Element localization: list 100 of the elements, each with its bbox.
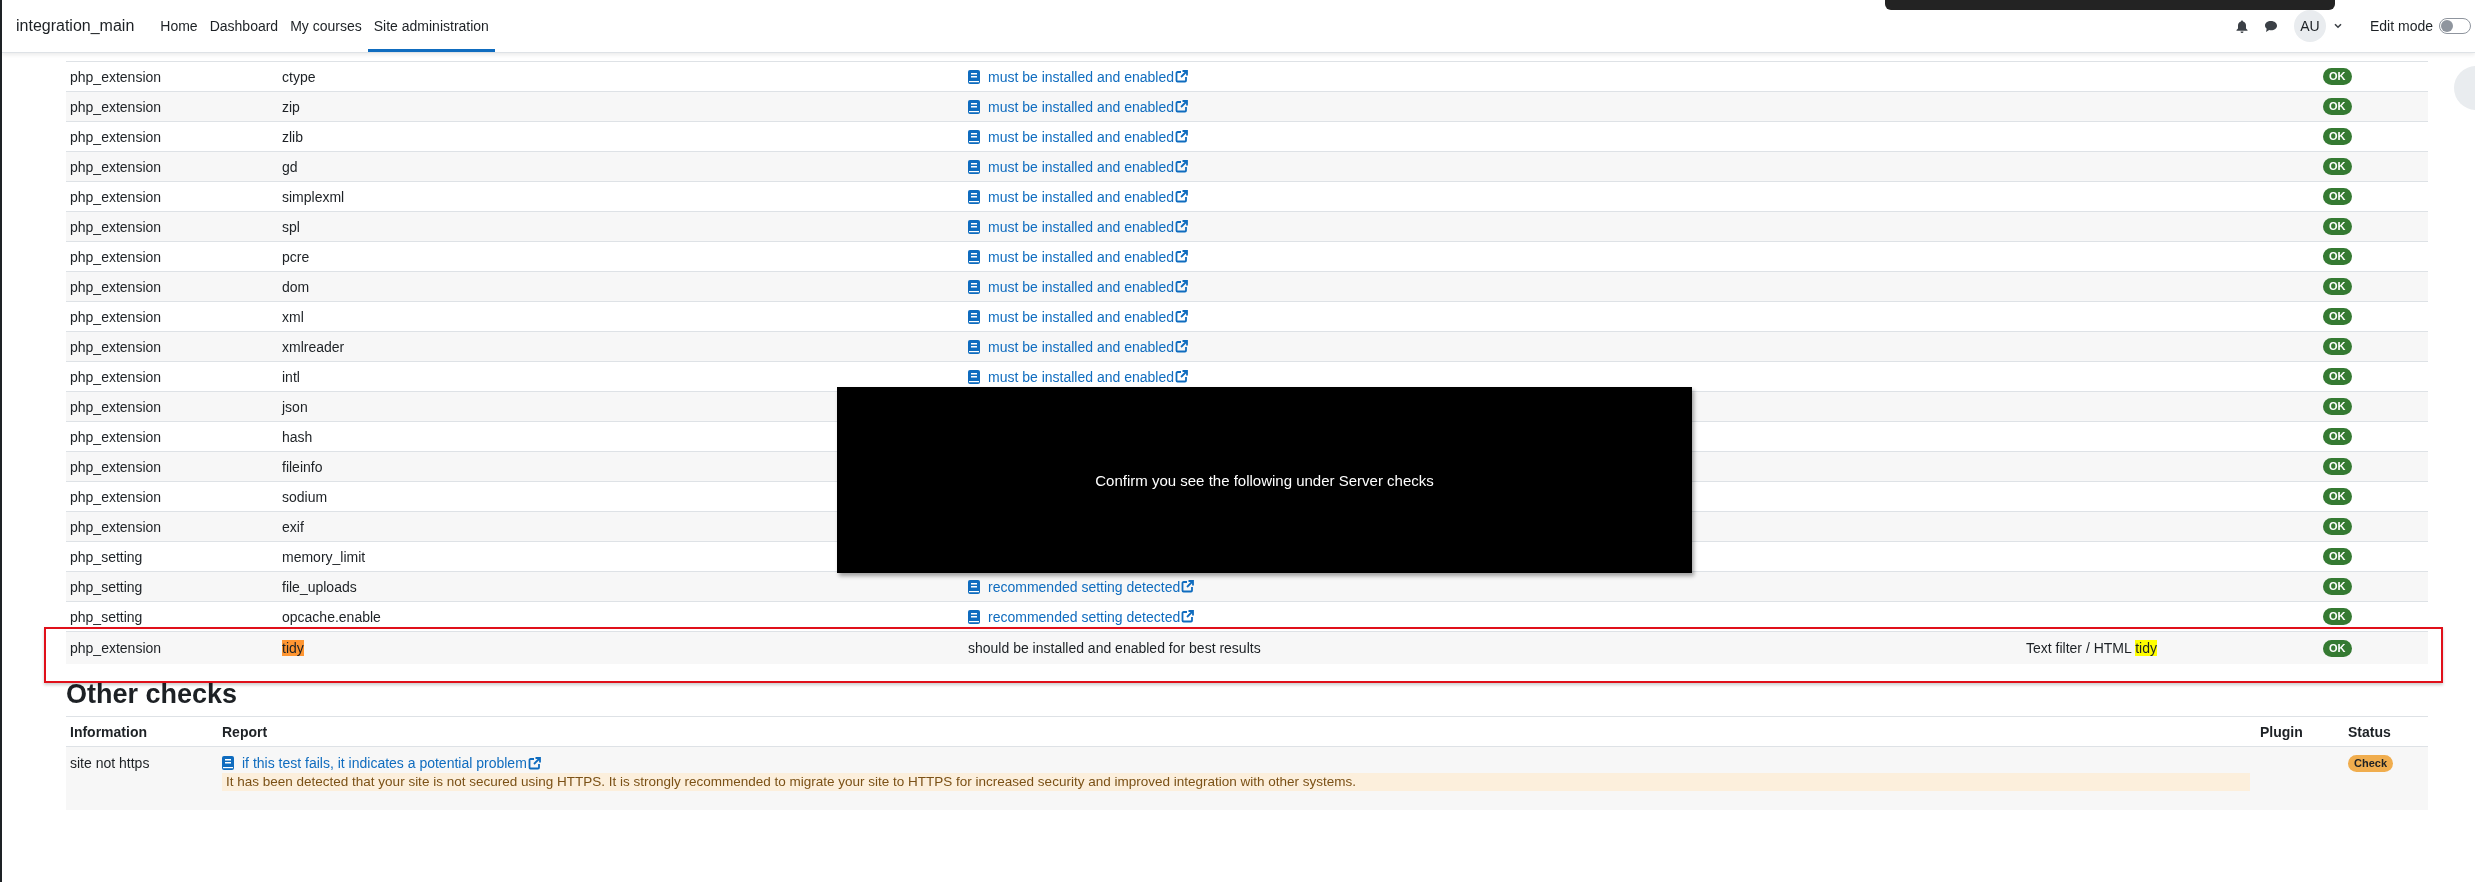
check-info: exif <box>281 518 304 535</box>
status-badge: OK <box>2323 518 2352 535</box>
status-badge: OK <box>2323 608 2352 625</box>
check-info: ctype <box>281 68 316 85</box>
report-text: should be installed and enabled for best results <box>967 640 1261 656</box>
check-info: tidy <box>281 640 304 656</box>
column-header: Report <box>221 723 268 740</box>
report-link[interactable]: must be installed and enabled <box>988 308 1175 325</box>
site-name[interactable]: integration_main <box>16 0 135 52</box>
status-badge: OK <box>2323 458 2352 475</box>
external-link-icon <box>1175 160 1189 173</box>
edit-mode-toggle[interactable] <box>2439 18 2471 34</box>
check-name: php_extension <box>69 158 162 175</box>
caret-icon[interactable] <box>2333 23 2342 29</box>
status-badge: OK <box>2323 398 2352 415</box>
book-icon <box>968 189 980 204</box>
check-info: json <box>280 398 308 415</box>
plugin-cell-text: Text filter / HTML tidy <box>2025 640 2157 656</box>
check-name: php_extension <box>69 308 162 325</box>
book-icon <box>968 579 980 594</box>
check-info: dom <box>281 278 310 295</box>
report-link[interactable]: must be installed and enabled <box>988 368 1175 385</box>
check-info: memory_limit <box>281 548 366 565</box>
nav-link[interactable]: Dashboard <box>203 0 285 52</box>
report-link[interactable]: if this test fails, it indicates a potential problem <box>242 755 527 771</box>
check-name: php_setting <box>69 608 143 625</box>
book-icon <box>968 339 980 354</box>
edit-mode-label: Edit mode <box>2369 18 2433 34</box>
check-name: php_extension <box>69 278 162 295</box>
column-header: Status <box>2347 723 2391 740</box>
section-heading: Other checks <box>66 678 238 710</box>
report-link[interactable]: must be installed and enabled <box>988 218 1175 235</box>
report-link[interactable]: must be installed and enabled <box>988 248 1175 265</box>
tour-step-text: Confirm you see the following under Server checks <box>1095 471 1434 489</box>
check-name: php_extension <box>69 248 162 265</box>
book-icon <box>968 249 980 264</box>
check-info: xmlreader <box>281 338 345 355</box>
external-link-icon <box>1175 190 1189 203</box>
book-icon <box>968 159 980 174</box>
status-badge: OK <box>2323 158 2352 175</box>
column-header: Information <box>69 723 147 740</box>
status-badge: OK <box>2323 68 2352 85</box>
status-badge: OK <box>2323 639 2352 657</box>
external-link-icon <box>1175 100 1189 113</box>
check-info: intl <box>281 368 300 385</box>
bell-icon[interactable] <box>2235 19 2248 33</box>
external-link-icon <box>1175 130 1189 143</box>
nav-link[interactable]: Home <box>154 0 204 52</box>
check-name: php_extension <box>69 68 162 85</box>
status-badge: OK <box>2323 338 2352 355</box>
check-info: pcre <box>281 248 310 265</box>
status-badge: OK <box>2323 488 2352 505</box>
report-link[interactable]: must be installed and enabled <box>988 188 1175 205</box>
book-icon <box>968 69 980 84</box>
status-badge: OK <box>2323 248 2352 265</box>
book-icon <box>968 129 980 144</box>
external-link-icon <box>1175 70 1189 83</box>
report-link[interactable]: must be installed and enabled <box>988 158 1175 175</box>
external-link-icon <box>1175 310 1189 323</box>
report-link[interactable]: must be installed and enabled <box>988 68 1175 85</box>
book-icon <box>222 756 234 770</box>
check-name: php_setting <box>69 548 143 565</box>
report-link[interactable]: must be installed and enabled <box>988 98 1175 115</box>
status-badge: OK <box>2323 548 2352 565</box>
check-info: zip <box>281 98 300 115</box>
external-link-icon <box>1181 580 1195 593</box>
user-avatar[interactable]: AU <box>2293 10 2326 42</box>
external-link-icon <box>1175 220 1189 233</box>
report-link[interactable]: recommended setting detected <box>988 608 1181 625</box>
check-name: php_extension <box>69 428 162 445</box>
status-badge: OK <box>2323 278 2352 295</box>
check-name: php_extension <box>69 488 162 505</box>
check-name: php_extension <box>69 98 162 115</box>
check-info: sodium <box>281 488 328 505</box>
report-link[interactable]: must be installed and enabled <box>988 338 1175 355</box>
book-icon <box>968 609 980 624</box>
check-info: file_uploads <box>281 578 357 595</box>
book-icon <box>968 369 980 384</box>
external-link-icon <box>527 756 541 770</box>
check-name: php_extension <box>69 338 162 355</box>
status-badge: OK <box>2323 98 2352 115</box>
check-info: site not https <box>69 755 150 771</box>
book-icon <box>968 219 980 234</box>
nav-link[interactable]: Site administration <box>367 0 495 52</box>
warning-message: It has been detected that your site is not secured using HTTPS. It is strongly recommended to migrate your site to HTTPS for increased security and improved integration with other systems. <box>222 773 2250 791</box>
check-name: php_extension <box>69 368 162 385</box>
external-link-icon <box>1175 250 1189 263</box>
check-info: fileinfo <box>281 458 323 475</box>
column-header: Plugin <box>2259 723 2303 740</box>
report-link[interactable]: must be installed and enabled <box>988 278 1175 295</box>
chat-icon[interactable] <box>2263 19 2278 33</box>
external-link-icon <box>1175 280 1189 293</box>
status-badge: OK <box>2323 218 2352 235</box>
report-link[interactable]: must be installed and enabled <box>988 128 1175 145</box>
check-info: opcache.enable <box>281 608 381 625</box>
check-name: php_extension <box>69 398 162 415</box>
report-link[interactable]: recommended setting detected <box>988 578 1181 595</box>
status-badge: OK <box>2323 578 2352 595</box>
nav-link[interactable]: My courses <box>284 0 368 52</box>
status-badge: OK <box>2323 368 2352 385</box>
